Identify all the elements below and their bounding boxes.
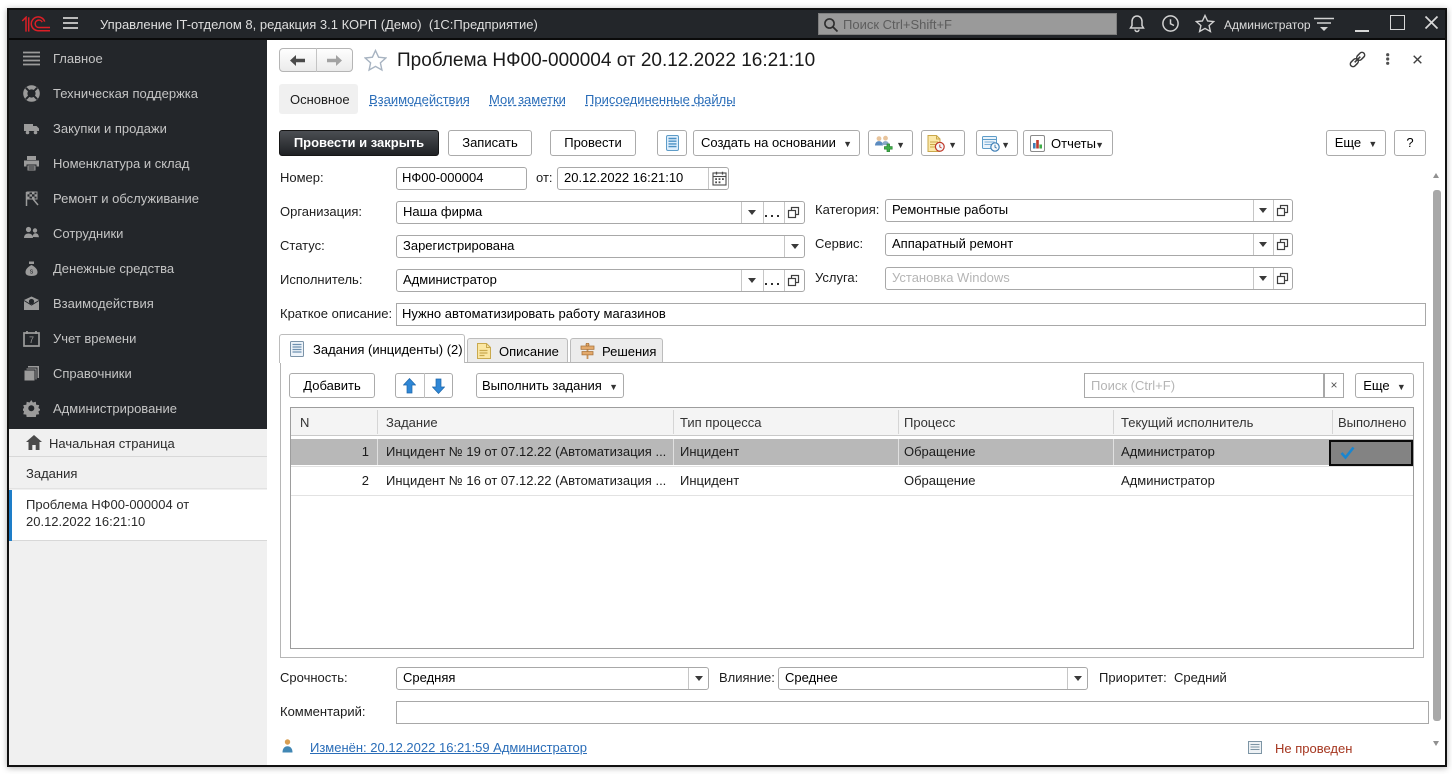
svg-text:s: s [30,269,34,276]
svg-text:7: 7 [29,335,34,345]
